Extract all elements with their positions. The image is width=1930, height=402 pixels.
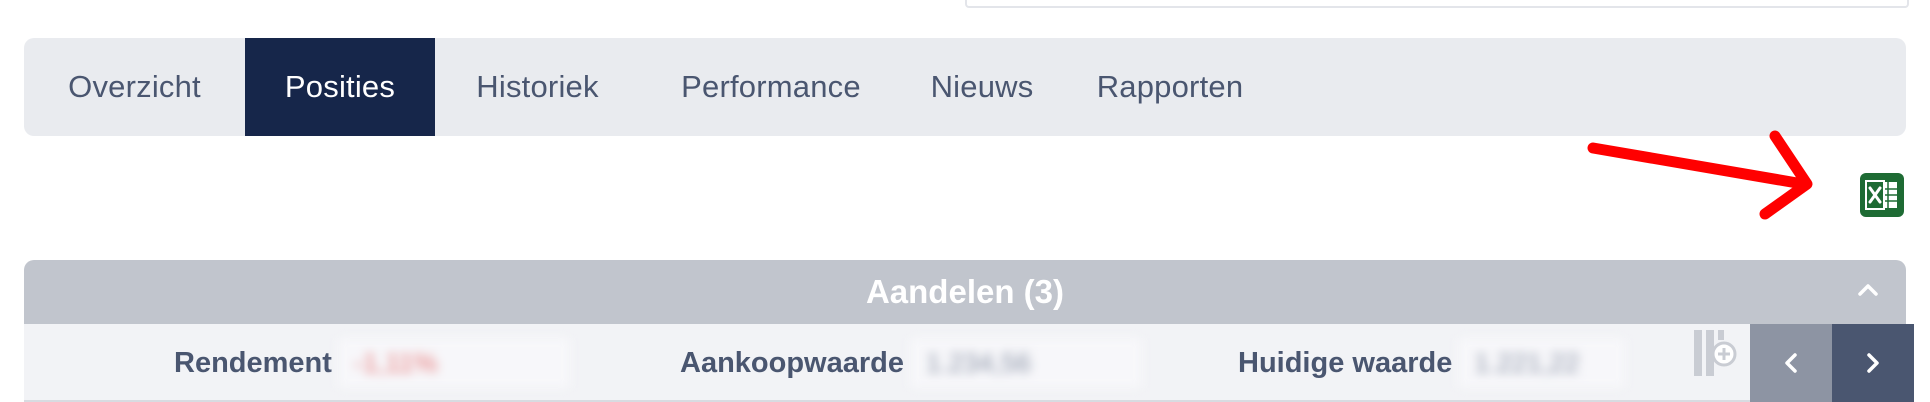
excel-icon xyxy=(1865,180,1897,210)
tab-overzicht[interactable]: Overzicht xyxy=(24,38,245,136)
section-summary-row: Rendement -1,11% Aankoopwaarde 1.234,56 … xyxy=(24,324,1914,402)
tab-bar: Overzicht Posities Historiek Performance… xyxy=(24,38,1906,136)
tab-posities[interactable]: Posities xyxy=(245,38,435,136)
metric-label: Aankoopwaarde xyxy=(680,346,904,379)
red-arrow-icon xyxy=(1587,130,1813,220)
column-add-icon[interactable] xyxy=(1692,328,1738,380)
metric-value: 1.234,56 xyxy=(910,338,1142,388)
scroll-right-button[interactable] xyxy=(1832,324,1914,402)
tab-nieuws[interactable]: Nieuws xyxy=(902,38,1062,136)
excel-export-button[interactable] xyxy=(1860,173,1904,217)
chevron-left-icon xyxy=(1785,353,1797,373)
scroll-left-button[interactable] xyxy=(1750,324,1832,402)
tab-historiek[interactable]: Historiek xyxy=(435,38,640,136)
section-title: Aandelen (3) xyxy=(865,273,1065,310)
metric-value: -1,11% xyxy=(337,338,570,388)
metric-huidige-waarde: Huidige waarde 1.221,22 xyxy=(1238,324,1626,402)
metric-label: Huidige waarde xyxy=(1238,346,1453,379)
metric-value: 1.221,22 xyxy=(1458,338,1626,388)
section-header-aandelen[interactable]: Aandelen (3) xyxy=(24,260,1906,324)
chevron-right-icon xyxy=(1867,353,1879,373)
chevron-up-icon[interactable] xyxy=(1858,282,1878,296)
metric-label: Rendement xyxy=(174,346,332,379)
tab-performance[interactable]: Performance xyxy=(640,38,902,136)
top-search-input[interactable] xyxy=(965,0,1909,8)
tab-rapporten[interactable]: Rapporten xyxy=(1062,38,1278,136)
metric-aankoopwaarde: Aankoopwaarde 1.234,56 xyxy=(680,324,1142,402)
metric-rendement: Rendement -1,11% xyxy=(174,324,570,402)
